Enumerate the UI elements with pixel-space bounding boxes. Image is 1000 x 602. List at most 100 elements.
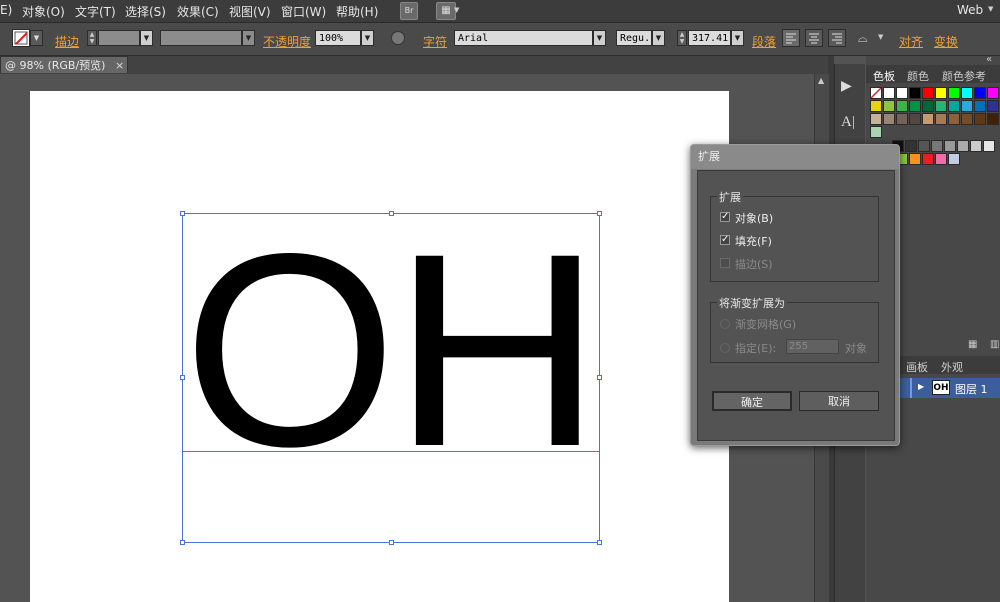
artboard[interactable]: O H (30, 91, 729, 602)
character-panel-icon[interactable]: A| (841, 114, 855, 131)
align-label[interactable]: 对齐 (899, 33, 923, 50)
align-left-icon[interactable] (782, 29, 800, 47)
swatch[interactable] (896, 100, 908, 112)
transform-label[interactable]: 变换 (934, 33, 958, 50)
resize-handle-se[interactable] (597, 540, 602, 545)
collapse-panels-icon[interactable]: « (986, 54, 992, 65)
menu-type[interactable]: 文字(T) (75, 3, 116, 20)
swatch[interactable] (948, 153, 960, 165)
swatch[interactable] (922, 87, 934, 99)
menu-object[interactable]: 对象(O) (22, 3, 65, 20)
swatch[interactable] (935, 153, 947, 165)
swatch[interactable] (935, 113, 947, 125)
swatch[interactable] (974, 87, 986, 99)
swatch[interactable] (961, 100, 973, 112)
stroke-checkbox[interactable] (720, 258, 730, 268)
swatch[interactable] (944, 140, 956, 152)
swatch[interactable] (922, 153, 934, 165)
cancel-button[interactable]: 取消 (799, 391, 879, 411)
resize-handle-s[interactable] (389, 540, 394, 545)
stroke-label[interactable]: 描边 (55, 33, 79, 50)
text-letter-h[interactable]: H (392, 213, 603, 488)
swatch[interactable] (922, 100, 934, 112)
swatch-pattern[interactable] (870, 126, 882, 138)
tab-color[interactable]: 颜色 (907, 68, 929, 84)
warp-text-icon[interactable]: ⌓ (858, 31, 868, 46)
font-family-dropdown[interactable]: ▼ (593, 30, 606, 46)
gradient-mesh-label[interactable]: 渐变网格(G) (735, 316, 796, 332)
swatch[interactable] (870, 100, 882, 112)
swatch[interactable] (918, 140, 930, 152)
stroke-none-icon[interactable] (12, 29, 30, 47)
swatch[interactable] (948, 113, 960, 125)
bridge-icon[interactable]: Br (400, 2, 418, 20)
scroll-up-icon[interactable]: ▲ (818, 76, 824, 85)
swatch[interactable] (909, 113, 921, 125)
swatch[interactable] (883, 113, 895, 125)
gradient-mesh-radio[interactable] (720, 319, 730, 329)
close-tab-icon[interactable]: × (115, 57, 124, 74)
swatch[interactable] (883, 100, 895, 112)
swatch-library-icon[interactable]: ▦ (968, 339, 977, 350)
align-right-icon[interactable] (828, 29, 846, 47)
swatch[interactable] (961, 113, 973, 125)
tab-appearance[interactable]: 外观 (941, 359, 963, 375)
object-checkbox-label[interactable]: 对象(B) (735, 210, 773, 226)
swatch[interactable] (974, 113, 986, 125)
swatch[interactable] (935, 87, 947, 99)
workspace-chevron-icon[interactable]: ▼ (988, 5, 993, 13)
resize-handle-ne[interactable] (597, 211, 602, 216)
menu-window[interactable]: 窗口(W) (281, 3, 326, 20)
swatch[interactable] (896, 113, 908, 125)
menu-effect[interactable]: 效果(C) (177, 3, 219, 20)
stroke-weight-field[interactable] (98, 30, 140, 46)
play-action-icon[interactable]: ▶ (841, 78, 852, 94)
resize-handle-e[interactable] (597, 375, 602, 380)
document-tab[interactable]: @ 98% (RGB/预览) × (0, 56, 128, 73)
swatch[interactable] (987, 100, 999, 112)
workspace-switcher[interactable]: Web (957, 3, 983, 17)
layer-name[interactable]: 图层 1 (955, 381, 988, 397)
opacity-label[interactable]: 不透明度 (263, 33, 311, 50)
swatch[interactable] (957, 140, 969, 152)
fill-checkbox-label[interactable]: 填充(F) (735, 233, 772, 249)
swatch[interactable] (948, 87, 960, 99)
object-checkbox[interactable]: ✓ (720, 212, 730, 222)
swatch[interactable] (896, 87, 908, 99)
stroke-checkbox-label[interactable]: 描边(S) (735, 256, 773, 272)
swatch[interactable] (905, 140, 917, 152)
swatch-registration[interactable] (883, 87, 895, 99)
resize-handle-nw[interactable] (180, 211, 185, 216)
align-center-icon[interactable] (805, 29, 823, 47)
opacity-dropdown[interactable]: ▼ (361, 30, 374, 46)
variable-width-field[interactable] (160, 30, 242, 46)
swatch[interactable] (935, 100, 947, 112)
swatch[interactable] (909, 100, 921, 112)
swatch[interactable] (909, 87, 921, 99)
resize-handle-w[interactable] (180, 375, 185, 380)
swatch[interactable] (961, 87, 973, 99)
swatch[interactable] (870, 113, 882, 125)
font-style-dropdown[interactable]: ▼ (652, 30, 665, 46)
swatch[interactable] (983, 140, 995, 152)
specify-objects-field[interactable]: 255 (786, 339, 839, 354)
swatch[interactable] (931, 140, 943, 152)
specify-radio[interactable] (720, 343, 730, 353)
menu-help[interactable]: 帮助(H) (336, 3, 378, 20)
swatch[interactable] (948, 100, 960, 112)
stroke-color-dropdown[interactable]: ▼ (30, 30, 43, 46)
font-family-field[interactable]: Arial (454, 30, 593, 46)
chevron-down-icon[interactable]: ▼ (454, 6, 459, 14)
resize-handle-n[interactable] (389, 211, 394, 216)
specify-label[interactable]: 指定(E): (735, 340, 776, 356)
stroke-weight-dropdown[interactable]: ▼ (140, 30, 153, 46)
swatch[interactable] (970, 140, 982, 152)
menu-view[interactable]: 视图(V) (229, 3, 271, 20)
swatch[interactable] (987, 113, 999, 125)
expand-layer-icon[interactable]: ▶ (918, 382, 924, 391)
font-style-field[interactable]: Regu... (616, 30, 652, 46)
resize-handle-sw[interactable] (180, 540, 185, 545)
variable-width-dropdown[interactable]: ▼ (242, 30, 255, 46)
warp-dropdown-icon[interactable]: ▼ (878, 33, 883, 41)
swatch-none[interactable] (870, 87, 882, 99)
